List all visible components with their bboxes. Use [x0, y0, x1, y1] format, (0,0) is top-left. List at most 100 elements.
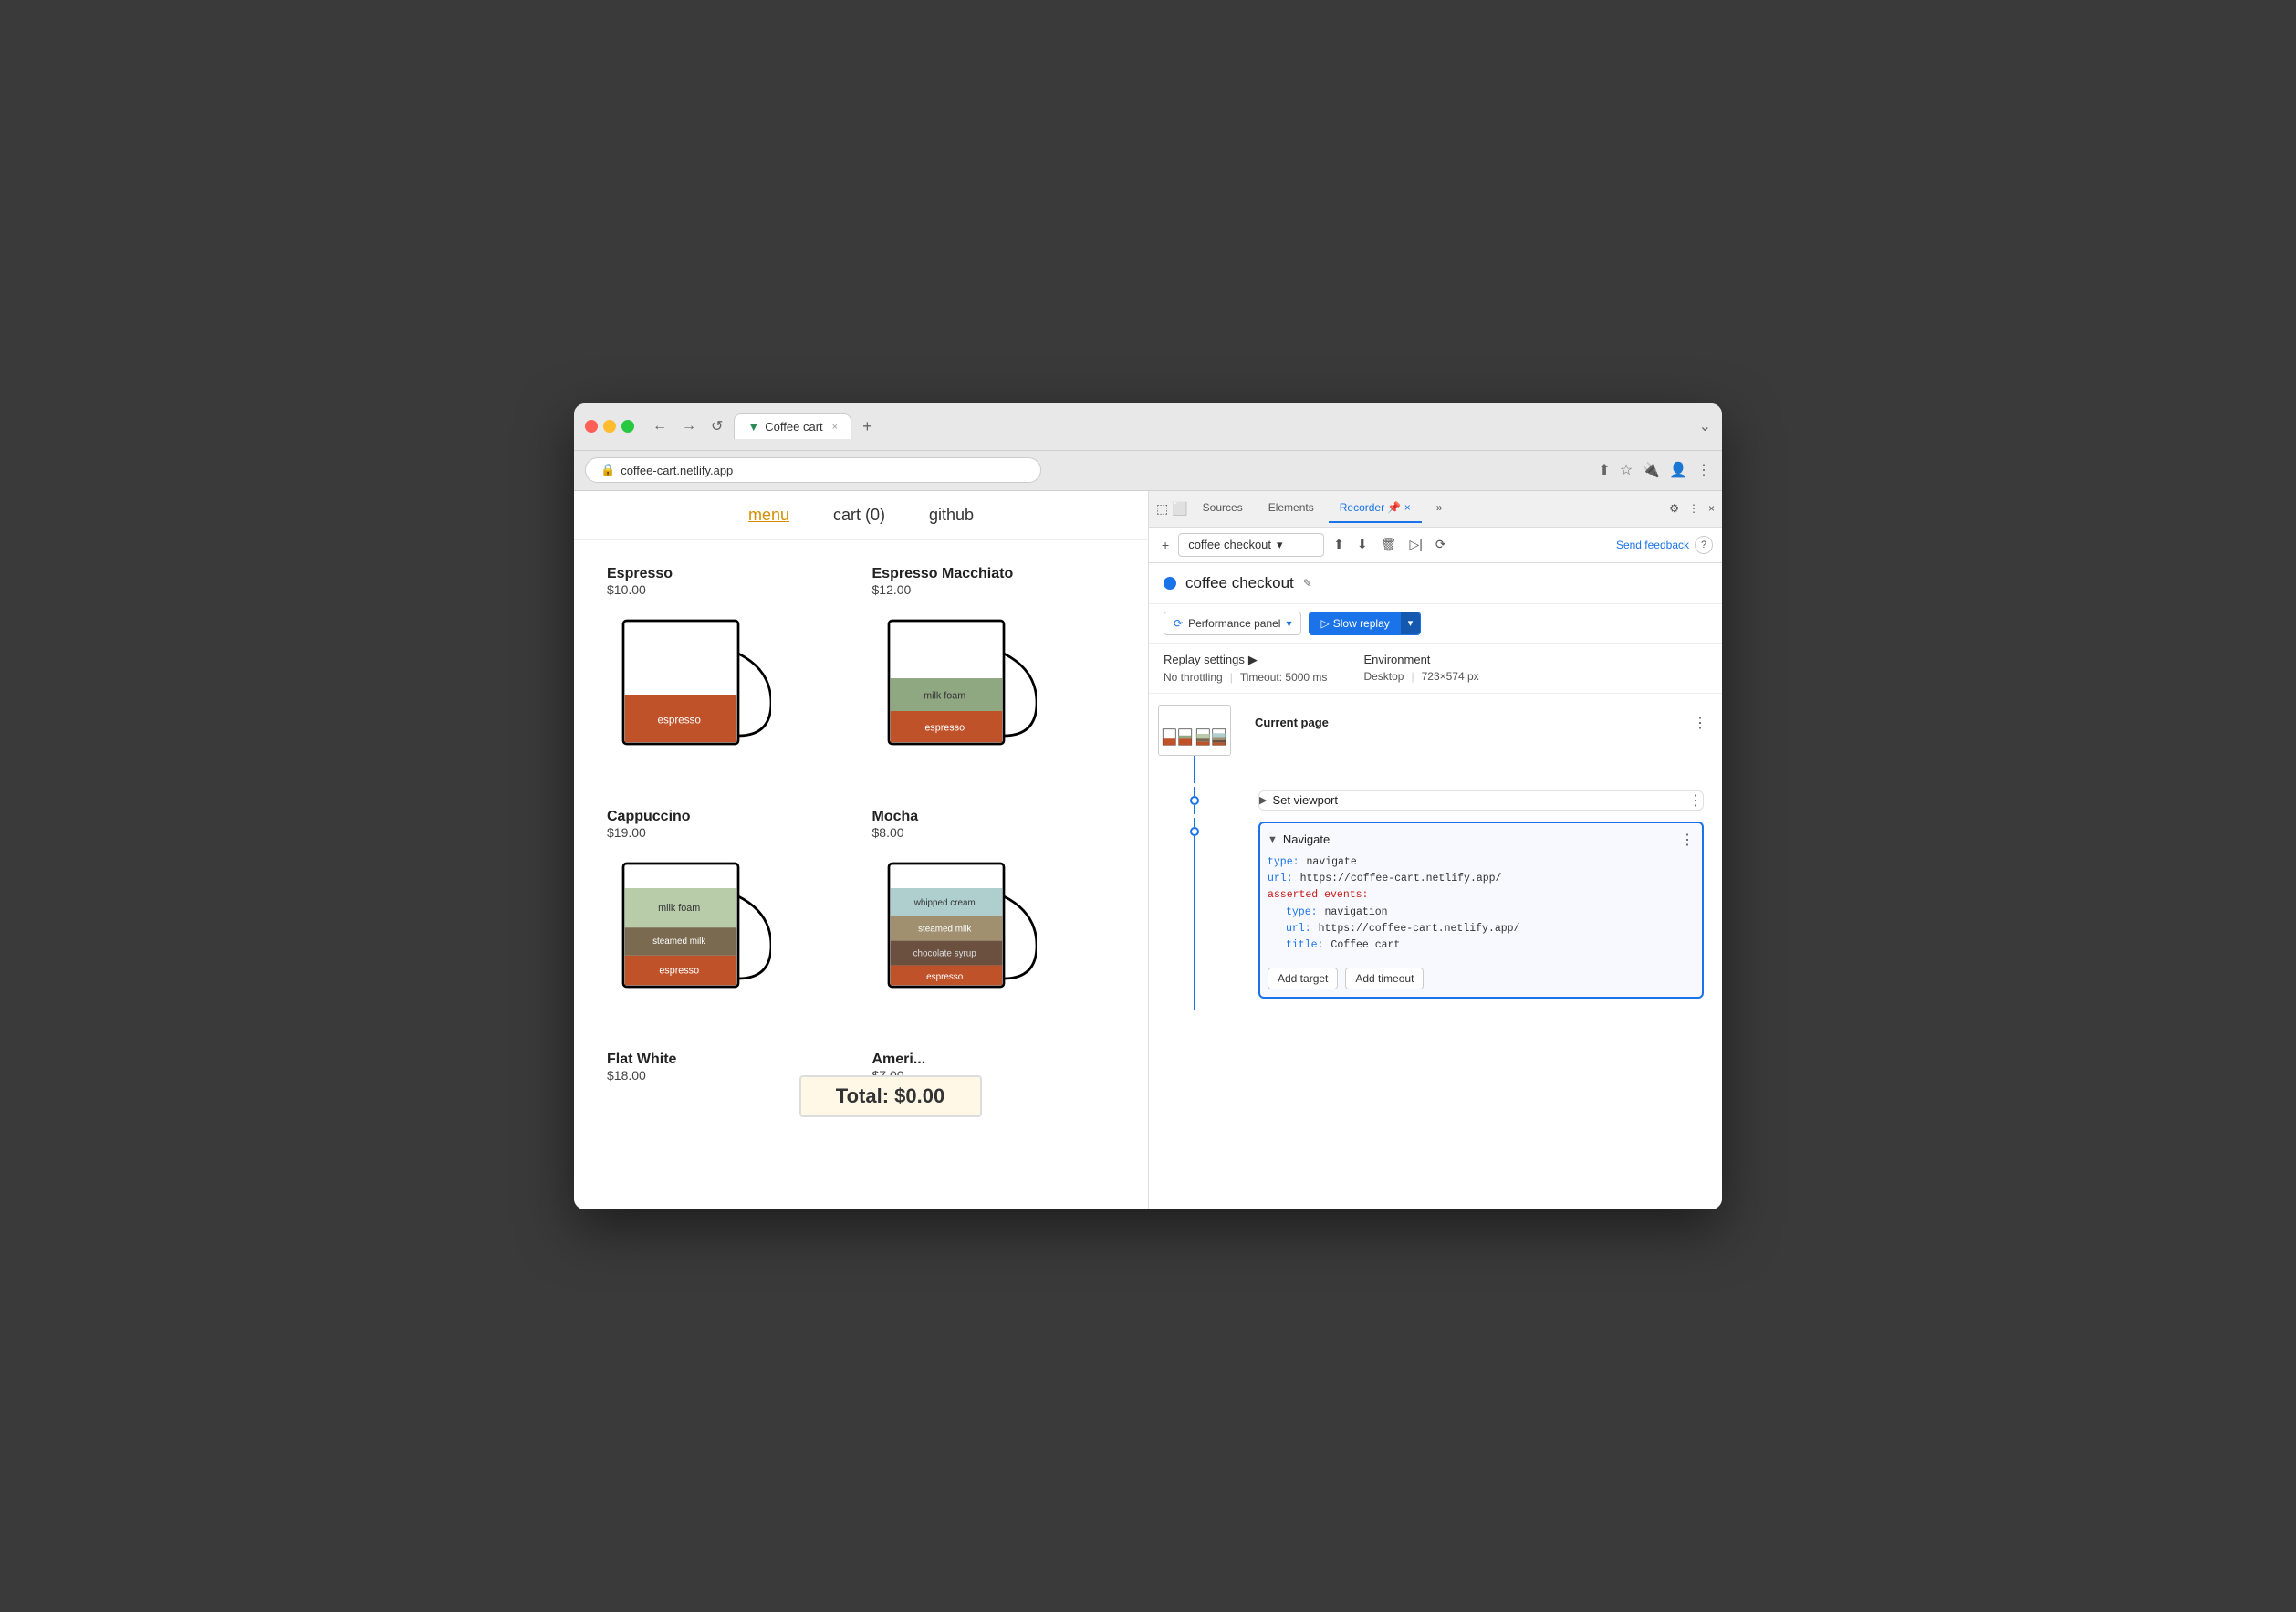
current-page-header: Current page ⋮	[1240, 708, 1722, 738]
environment-label: Environment	[1363, 653, 1478, 666]
code-key-asserted: asserted events:	[1268, 887, 1368, 904]
nav-menu-link[interactable]: menu	[748, 506, 789, 525]
replay-settings-text: Replay settings	[1164, 653, 1245, 666]
slow-replay-dropdown[interactable]: ▾	[1401, 612, 1421, 634]
slow-replay-button[interactable]: ▷ Slow replay	[1310, 612, 1400, 634]
timeline-connector	[1194, 756, 1195, 783]
share-icon[interactable]: ⬆	[1598, 461, 1610, 479]
code-val-nav-title: Coffee cart	[1331, 937, 1400, 954]
maximize-traffic-light[interactable]	[621, 420, 634, 433]
replay-button[interactable]: ▷|	[1405, 533, 1425, 556]
slow-replay-group: ▷ Slow replay ▾	[1309, 612, 1421, 635]
back-button[interactable]: ←	[649, 414, 671, 438]
refresh-button[interactable]: ↺	[707, 413, 726, 439]
navigate-step-actions: Add target Add timeout	[1268, 968, 1695, 989]
devtools-more-icon[interactable]: ⋮	[1688, 502, 1699, 515]
mug-espresso: espresso	[607, 604, 789, 787]
extensions-icon[interactable]: 🔌	[1642, 461, 1660, 479]
performance-panel-button[interactable]: ⟳ Performance panel ▾	[1164, 612, 1301, 635]
coffee-item-cappuccino[interactable]: Cappuccino $19.00 milk foam steamed milk	[596, 798, 861, 1041]
coffee-item-mocha[interactable]: Mocha $8.00 whipped cream steamed milk	[861, 798, 1127, 1041]
send-feedback-link[interactable]: Send feedback	[1616, 539, 1689, 551]
browser-tab[interactable]: ▼ Coffee cart ×	[734, 413, 851, 439]
code-key-url: url:	[1268, 871, 1293, 887]
navigate-step[interactable]: ▼ Navigate ⋮ type: navigate	[1258, 822, 1704, 999]
tab-title: Coffee cart	[765, 420, 822, 434]
mug-cappuccino: milk foam steamed milk espresso	[607, 847, 789, 1030]
code-val-url: https://coffee-cart.netlify.app/	[1300, 871, 1502, 887]
nav-timeline-top	[1194, 818, 1195, 827]
menu-icon[interactable]: ⋮	[1696, 461, 1711, 479]
recording-title: coffee checkout	[1185, 574, 1294, 592]
delete-button[interactable]: 🗑	[1377, 533, 1401, 556]
desktop-label: Desktop	[1363, 670, 1404, 683]
minimize-traffic-light[interactable]	[603, 420, 616, 433]
bookmark-icon[interactable]: ☆	[1620, 461, 1633, 479]
recording-name-toolbar: coffee checkout	[1188, 538, 1271, 551]
new-tab-button[interactable]: +	[855, 413, 880, 440]
profile-icon[interactable]: 👤	[1669, 461, 1687, 479]
coffee-price-espresso: $10.00	[607, 582, 851, 597]
settings-divider: |	[1230, 671, 1233, 684]
replay-actions: ⟳ Performance panel ▾ ▷ Slow replay ▾	[1149, 604, 1722, 644]
coffee-item-macchiato[interactable]: Espresso Macchiato $12.00 milk foam espr…	[861, 555, 1127, 798]
slow-replay-label: Slow replay	[1333, 617, 1390, 630]
set-viewport-menu-icon[interactable]: ⋮	[1688, 791, 1703, 810]
current-page-content: Current page ⋮	[1240, 705, 1722, 738]
tab-recorder[interactable]: Recorder 📌 ×	[1329, 494, 1422, 523]
nav-cart-link[interactable]: cart (0)	[833, 506, 885, 525]
export-button[interactable]: ⬆	[1330, 533, 1348, 556]
set-viewport-header[interactable]: ▶ Set viewport ⋮	[1259, 791, 1703, 810]
code-line-type: type: navigate	[1268, 854, 1695, 871]
lock-icon: 🔒	[600, 463, 615, 477]
address-bar: 🔒 coffee-cart.netlify.app ⬆ ☆ 🔌 👤 ⋮	[574, 451, 1722, 491]
tab-more[interactable]: »	[1425, 494, 1454, 523]
coffee-name-mocha: Mocha	[872, 809, 1116, 825]
viewport-step-wrapper: ▶ Set viewport ⋮	[1240, 787, 1722, 814]
help-button[interactable]: ?	[1695, 536, 1713, 554]
coffee-item-espresso[interactable]: Espresso $10.00 espresso	[596, 555, 861, 798]
devtools-settings-icon[interactable]: ⚙	[1669, 502, 1679, 515]
perf-panel-label: Performance panel	[1188, 617, 1280, 630]
env-divider: |	[1411, 670, 1414, 683]
cursor-icon[interactable]: ⬚	[1156, 501, 1168, 517]
tab-close-icon[interactable]: ×	[832, 422, 838, 433]
inspect-icon[interactable]: ⬜	[1172, 501, 1187, 517]
recording-header: coffee checkout ✎	[1149, 563, 1722, 604]
recording-dropdown[interactable]: coffee checkout ▾	[1178, 533, 1324, 557]
coffee-item-americano[interactable]: Ameri... $7.00 Total: $0.00	[861, 1041, 1127, 1156]
tab-sources[interactable]: Sources	[1192, 494, 1254, 523]
perf-dropdown-icon: ▾	[1286, 617, 1291, 630]
screenshot-thumbnail[interactable]	[1158, 705, 1231, 756]
replay-settings-arrow-icon: ▶	[1248, 653, 1258, 667]
set-viewport-step[interactable]: ▶ Set viewport ⋮	[1258, 790, 1704, 811]
import-button[interactable]: ⬇	[1353, 533, 1372, 556]
devtools-close-icon[interactable]: ×	[1708, 502, 1715, 515]
wand-button[interactable]: ⟳	[1432, 533, 1450, 556]
add-timeout-button[interactable]: Add timeout	[1345, 968, 1424, 989]
forward-button[interactable]: →	[678, 414, 700, 438]
svg-text:chocolate syrup: chocolate syrup	[913, 948, 976, 958]
replay-settings-label[interactable]: Replay settings ▶	[1164, 653, 1327, 667]
timeline-line-bottom	[1194, 805, 1195, 814]
total-bar: Total: $0.00	[799, 1075, 982, 1117]
close-traffic-light[interactable]	[585, 420, 598, 433]
mug-mocha: whipped cream steamed milk chocolate syr…	[872, 847, 1055, 1030]
navigate-dot	[1190, 827, 1199, 836]
nav-github-link[interactable]: github	[929, 506, 974, 525]
address-bar-icons: ⬆ ☆ 🔌 👤 ⋮	[1598, 461, 1711, 479]
tab-elements[interactable]: Elements	[1258, 494, 1325, 523]
navigate-step-header[interactable]: ▼ Navigate ⋮	[1268, 831, 1695, 849]
recording-status-dot	[1164, 577, 1176, 590]
play-icon: ▷	[1320, 617, 1329, 630]
add-target-button[interactable]: Add target	[1268, 968, 1338, 989]
sync-icon: ⟳	[1174, 617, 1183, 630]
address-input[interactable]: 🔒 coffee-cart.netlify.app	[585, 457, 1041, 483]
navigate-menu-icon[interactable]: ⋮	[1680, 831, 1695, 849]
coffee-price-cappuccino: $19.00	[607, 825, 851, 840]
devtools-panel: ⬚ ⬜ Sources Elements Recorder 📌 × » ⚙ ⋮ …	[1149, 491, 1722, 1209]
viewport-timeline-col	[1149, 787, 1240, 814]
edit-title-icon[interactable]: ✎	[1303, 577, 1312, 590]
add-recording-button[interactable]: +	[1158, 534, 1173, 556]
current-page-menu-icon[interactable]: ⋮	[1693, 714, 1707, 732]
